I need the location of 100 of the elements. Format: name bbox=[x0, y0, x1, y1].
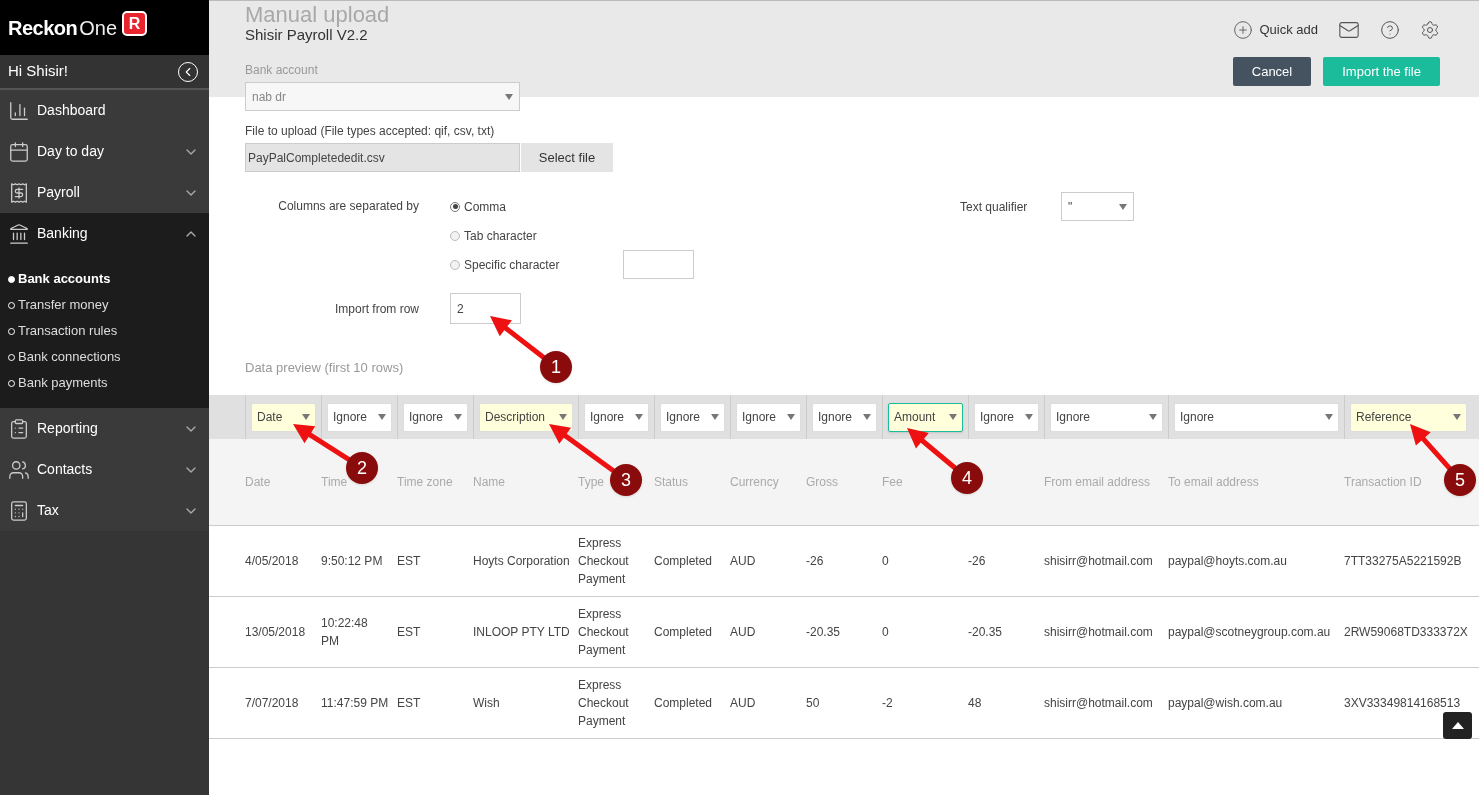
nav-item[interactable]: Payroll bbox=[0, 172, 209, 213]
column-mapping-select[interactable]: Amount bbox=[888, 402, 963, 432]
caret-icon bbox=[378, 414, 386, 420]
table-cell: shisirr@hotmail.com bbox=[1044, 554, 1153, 568]
bank-icon bbox=[8, 222, 30, 245]
caret-icon bbox=[1119, 203, 1127, 210]
table-cell: shisirr@hotmail.com bbox=[1044, 625, 1153, 639]
scroll-top-button[interactable] bbox=[1443, 712, 1472, 739]
nav-item[interactable]: Day to day bbox=[0, 131, 209, 172]
radio-option[interactable]: Tab character bbox=[450, 226, 537, 245]
people-icon bbox=[8, 458, 30, 481]
caret-icon bbox=[1149, 414, 1157, 420]
column-header: Type bbox=[578, 475, 604, 489]
table-cell: -20.35 bbox=[806, 625, 841, 639]
caret-icon bbox=[454, 414, 462, 420]
table-cell: EST bbox=[397, 554, 421, 568]
page-title: Manual upload bbox=[245, 4, 390, 26]
caret-icon bbox=[302, 414, 310, 420]
text-qualifier-select[interactable]: " bbox=[1061, 192, 1134, 221]
nav-subitem[interactable]: Transfer money bbox=[0, 292, 209, 318]
column-mapping-select[interactable]: Reference bbox=[1350, 402, 1467, 432]
column-mapping-select[interactable]: Description bbox=[479, 402, 573, 432]
column-mapping-select[interactable]: Date bbox=[251, 402, 316, 432]
settings-icon[interactable] bbox=[1420, 20, 1440, 40]
field-label: Bank account bbox=[245, 62, 318, 78]
column-mapping-select[interactable]: Ignore bbox=[736, 402, 801, 432]
file-field[interactable]: PayPalCompletededit.csv bbox=[245, 143, 520, 172]
table-cell: AUD bbox=[730, 625, 756, 639]
table-cell: INLOOP PTY LTD bbox=[473, 625, 570, 639]
radio-option[interactable]: Comma bbox=[450, 197, 506, 216]
column-mapping-select[interactable]: Ignore bbox=[403, 402, 468, 432]
preview-label: Data preview (first 10 rows) bbox=[245, 360, 404, 376]
column-header: Currency bbox=[730, 475, 779, 489]
column-mapping-select[interactable]: Ignore bbox=[1050, 402, 1163, 432]
nav-item[interactable]: Tax bbox=[0, 490, 209, 531]
column-mapping-select[interactable]: Ignore bbox=[327, 402, 392, 432]
table-cell: 10:22:48 PM bbox=[321, 616, 368, 648]
nav-item[interactable]: Contacts bbox=[0, 449, 209, 490]
table-cell: paypal@wish.com.au bbox=[1168, 696, 1283, 710]
mail-icon[interactable] bbox=[1338, 19, 1360, 41]
radio-option[interactable]: Specific character bbox=[450, 255, 560, 274]
column-mapping-select[interactable]: Ignore bbox=[584, 402, 649, 432]
nav-subitem[interactable]: Bank accounts bbox=[0, 266, 209, 292]
table-cell: 7/07/2018 bbox=[245, 696, 299, 710]
logo: ReckonOne R bbox=[0, 0, 209, 55]
column-mapping-select[interactable]: Ignore bbox=[660, 402, 725, 432]
column-header: Name bbox=[473, 475, 505, 489]
table-cell: Hoyts Corporation bbox=[473, 554, 570, 568]
field-label: Columns are separated by bbox=[277, 198, 419, 215]
nav-subitem[interactable]: Transaction rules bbox=[0, 318, 209, 344]
caret-icon bbox=[711, 414, 719, 420]
receipt-icon bbox=[8, 181, 30, 204]
caret-icon bbox=[1025, 414, 1033, 420]
table-cell: -26 bbox=[968, 554, 986, 568]
caret-icon bbox=[863, 414, 871, 420]
greeting: Hi Shisir! bbox=[8, 61, 68, 82]
table-cell: 50 bbox=[806, 696, 820, 710]
nav-item[interactable]: Reporting bbox=[0, 408, 209, 449]
table-cell: 0 bbox=[882, 554, 889, 568]
specific-character-field[interactable] bbox=[623, 250, 694, 279]
caret-icon bbox=[559, 414, 567, 420]
arrow bbox=[549, 424, 617, 474]
nav-item[interactable]: Banking bbox=[0, 213, 209, 254]
table-cell: paypal@scotneygroup.com.au bbox=[1168, 625, 1331, 639]
import-row-field[interactable]: 2 bbox=[450, 293, 521, 324]
table-cell: -2 bbox=[882, 696, 893, 710]
nav-subitem[interactable]: Bank connections bbox=[0, 344, 209, 370]
help-icon[interactable] bbox=[1380, 20, 1400, 40]
nav-subitem[interactable]: Bank payments bbox=[0, 370, 209, 396]
column-header: From email address bbox=[1044, 475, 1151, 489]
cancel-button[interactable]: Cancel bbox=[1232, 57, 1312, 86]
select-file-button[interactable]: Select file bbox=[521, 143, 613, 172]
bullet-icon bbox=[8, 275, 15, 283]
bar-chart-icon bbox=[8, 99, 30, 122]
table-cell: 3XV33349814168513 bbox=[1344, 696, 1461, 710]
table-cell: 13/05/2018 bbox=[245, 625, 306, 639]
column-mapping-select[interactable]: Ignore bbox=[812, 402, 877, 432]
table-cell: -26 bbox=[806, 554, 824, 568]
calendar-icon bbox=[8, 140, 30, 163]
arrow bbox=[490, 316, 547, 361]
nav-item[interactable]: Dashboard bbox=[0, 90, 209, 131]
caret-icon bbox=[949, 414, 957, 420]
table-cell: 11:47:59 PM bbox=[321, 696, 389, 710]
column-mapping-select[interactable]: Ignore bbox=[974, 402, 1039, 432]
table-cell: -20.35 bbox=[968, 625, 1003, 639]
calculator-icon bbox=[8, 499, 30, 522]
caret-icon bbox=[787, 414, 795, 420]
column-header: Gross bbox=[806, 475, 838, 489]
arrow bbox=[907, 428, 958, 471]
table-cell: Express Checkout Payment bbox=[578, 607, 629, 657]
caret-icon bbox=[1325, 414, 1333, 420]
table-cell: 4/05/2018 bbox=[245, 554, 299, 568]
column-mapping-select[interactable]: Ignore bbox=[1174, 402, 1339, 432]
table-cell: Express Checkout Payment bbox=[578, 536, 629, 586]
caret-icon bbox=[1453, 414, 1461, 420]
company-name: Shisir Payroll V2.2 bbox=[245, 26, 368, 44]
table-cell: 48 bbox=[968, 696, 982, 710]
table-cell: 9:50:12 PM bbox=[321, 554, 383, 568]
quick-add-button[interactable]: Quick add bbox=[1233, 20, 1318, 40]
column-header: To email address bbox=[1168, 475, 1259, 489]
